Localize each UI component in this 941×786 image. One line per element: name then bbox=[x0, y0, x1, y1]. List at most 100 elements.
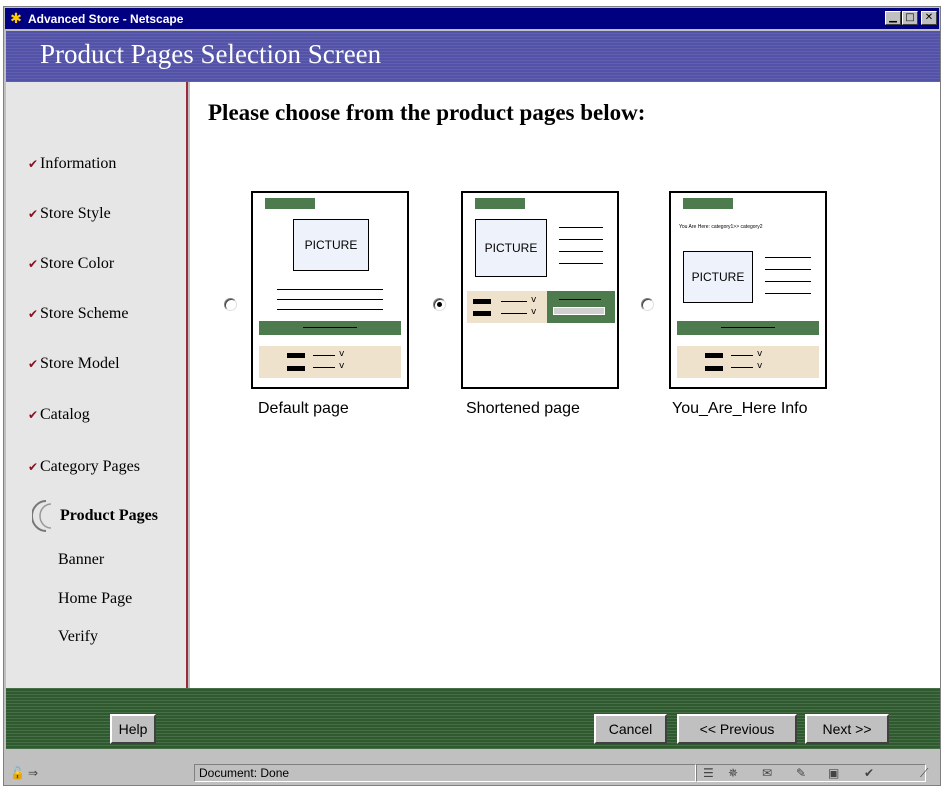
checkmark-icon: ✔ bbox=[28, 257, 39, 271]
checkmark-icon: ✔ bbox=[28, 157, 39, 171]
sidebar-item-category-pages[interactable]: ✔ Category Pages bbox=[6, 455, 140, 479]
thumb-dropdown-line bbox=[731, 355, 753, 356]
help-button[interactable]: Help bbox=[110, 714, 156, 744]
sidebar-item-label: Catalog bbox=[40, 406, 90, 423]
edit-check-icon[interactable]: ✔ bbox=[864, 765, 874, 781]
default-page-radio[interactable] bbox=[224, 298, 237, 311]
sidebar-item-store-scheme[interactable]: ✔ Store Scheme bbox=[6, 302, 128, 326]
thumb-text-line bbox=[277, 309, 383, 310]
thumb-options-panel: v v bbox=[259, 346, 401, 378]
selection-prompt: Please choose from the product pages bel… bbox=[208, 100, 646, 125]
sidebar-item-information[interactable]: ✔ Information bbox=[6, 152, 116, 176]
sidebar-item-home-page[interactable]: Home Page bbox=[6, 587, 132, 611]
sidebar-item-label: Banner bbox=[58, 551, 105, 568]
divider-grip-icon: ☰ bbox=[703, 766, 714, 780]
thumb-header-bar bbox=[265, 198, 315, 209]
thumb-picture: PICTURE bbox=[293, 219, 369, 271]
thumb-text-line bbox=[721, 327, 775, 328]
mail-icon[interactable]: ✉ bbox=[762, 765, 772, 781]
thumb-header-bar bbox=[683, 198, 733, 209]
shortened-page-radio[interactable] bbox=[433, 298, 446, 311]
status-bar: 🔓 ⇒ Document: Done ☰ ✵ ✉ ✎ ▣ ✔ ⟋ bbox=[6, 762, 940, 784]
sidebar-item-product-pages[interactable]: Product Pages bbox=[6, 500, 158, 532]
thumb-text-line bbox=[559, 263, 603, 264]
you-are-here-caption: You_Are_Here Info bbox=[672, 400, 808, 417]
thumb-options-panel: v v bbox=[467, 291, 547, 323]
thumb-label-block bbox=[473, 299, 491, 304]
netscape-star-icon: ✱ bbox=[10, 10, 22, 27]
thumb-green-bar bbox=[677, 321, 819, 335]
thumb-text-line bbox=[559, 299, 601, 300]
you-are-here-thumbnail[interactable]: You Are Here: category1>> category2 PICT… bbox=[669, 191, 827, 389]
window-controls: ▁ □ ✕ bbox=[884, 11, 937, 25]
maximize-button[interactable]: □ bbox=[902, 11, 918, 25]
thumb-dropdown-arrow: v bbox=[339, 361, 345, 371]
shortened-page-caption: Shortened page bbox=[466, 400, 580, 417]
thumb-label-block bbox=[705, 353, 723, 358]
composer-icon[interactable]: ▣ bbox=[828, 765, 839, 781]
window-title: Advanced Store - Netscape bbox=[28, 11, 184, 26]
wizard-footer: Help Cancel << Previous Next >> bbox=[6, 688, 940, 749]
sidebar-item-label: Information bbox=[40, 155, 117, 172]
main-content: Please choose from the product pages bel… bbox=[190, 82, 940, 688]
sidebar-item-label: Store Scheme bbox=[40, 305, 129, 322]
next-button[interactable]: Next >> bbox=[805, 714, 889, 744]
thumb-dropdown-line bbox=[731, 367, 753, 368]
previous-button[interactable]: << Previous bbox=[677, 714, 797, 744]
security-lock-icon[interactable]: 🔓 bbox=[10, 765, 25, 781]
header-banner: Product Pages Selection Screen bbox=[6, 31, 940, 82]
sidebar-item-store-style[interactable]: ✔ Store Style bbox=[6, 202, 111, 226]
current-step-arc-icon bbox=[32, 500, 52, 532]
minimize-button[interactable]: ▁ bbox=[885, 11, 901, 25]
sidebar-item-label: Product Pages bbox=[60, 507, 158, 524]
thumb-label-block bbox=[287, 366, 305, 371]
sidebar-item-store-model[interactable]: ✔ Store Model bbox=[6, 352, 120, 376]
navigator-icon[interactable]: ✵ bbox=[728, 765, 738, 781]
thumb-text-line bbox=[277, 299, 383, 300]
sidebar-item-store-color[interactable]: ✔ Store Color bbox=[6, 252, 114, 276]
cancel-button[interactable]: Cancel bbox=[594, 714, 667, 744]
shortened-page-thumbnail[interactable]: PICTURE v v bbox=[461, 191, 619, 389]
checkmark-icon: ✔ bbox=[28, 460, 39, 474]
sidebar-item-label: Verify bbox=[58, 628, 98, 645]
thumb-text-line bbox=[559, 227, 603, 228]
thumb-breadcrumb: You Are Here: category1>> category2 bbox=[679, 224, 763, 230]
thumb-options-panel: v v bbox=[677, 346, 819, 378]
thumb-dropdown-line bbox=[313, 367, 335, 368]
thumb-add-to-cart-panel bbox=[547, 291, 615, 323]
thumb-dropdown-line bbox=[501, 313, 527, 314]
thumb-dropdown-arrow: v bbox=[339, 349, 345, 359]
resize-grip-icon[interactable]: ⟋ bbox=[920, 765, 928, 781]
default-page-thumbnail[interactable]: PICTURE v v bbox=[251, 191, 409, 389]
thumb-text-line bbox=[277, 289, 383, 290]
thumb-dropdown-arrow: v bbox=[757, 361, 763, 371]
close-button[interactable]: ✕ bbox=[921, 11, 937, 25]
thumb-text-line bbox=[303, 327, 357, 328]
thumb-label-block bbox=[473, 311, 491, 316]
checkmark-icon: ✔ bbox=[28, 307, 39, 321]
thumb-label-block bbox=[287, 353, 305, 358]
sidebar-item-label: Category Pages bbox=[40, 458, 140, 475]
thumb-text-line bbox=[765, 281, 811, 282]
thumb-dropdown-line bbox=[501, 301, 527, 302]
thumb-dropdown-arrow: v bbox=[531, 307, 537, 317]
sidebar-item-verify[interactable]: Verify bbox=[6, 625, 98, 649]
page-title: Product Pages Selection Screen bbox=[40, 39, 382, 69]
wizard-sidebar: ✔ Information ✔ Store Style ✔ Store Colo… bbox=[6, 82, 188, 688]
default-page-caption: Default page bbox=[258, 400, 349, 417]
status-text: Document: Done bbox=[194, 764, 696, 782]
you-are-here-radio[interactable] bbox=[641, 298, 654, 311]
thumb-dropdown-arrow: v bbox=[757, 349, 763, 359]
checkmark-icon: ✔ bbox=[28, 408, 39, 422]
title-bar[interactable]: ✱ Advanced Store - Netscape ▁ □ ✕ bbox=[5, 8, 939, 29]
thumb-text-line bbox=[765, 293, 811, 294]
sidebar-item-catalog[interactable]: ✔ Catalog bbox=[6, 403, 90, 427]
thumb-text-line bbox=[765, 269, 811, 270]
sidebar-item-banner[interactable]: Banner bbox=[6, 548, 104, 572]
checkmark-icon: ✔ bbox=[28, 207, 39, 221]
browser-window: ✱ Advanced Store - Netscape ▁ □ ✕ Produc… bbox=[3, 6, 941, 786]
connection-status-icon: ⇒ bbox=[28, 766, 39, 780]
thumb-picture: PICTURE bbox=[475, 219, 547, 277]
sidebar-item-label: Home Page bbox=[58, 590, 133, 607]
discussion-icon[interactable]: ✎ bbox=[796, 765, 806, 781]
